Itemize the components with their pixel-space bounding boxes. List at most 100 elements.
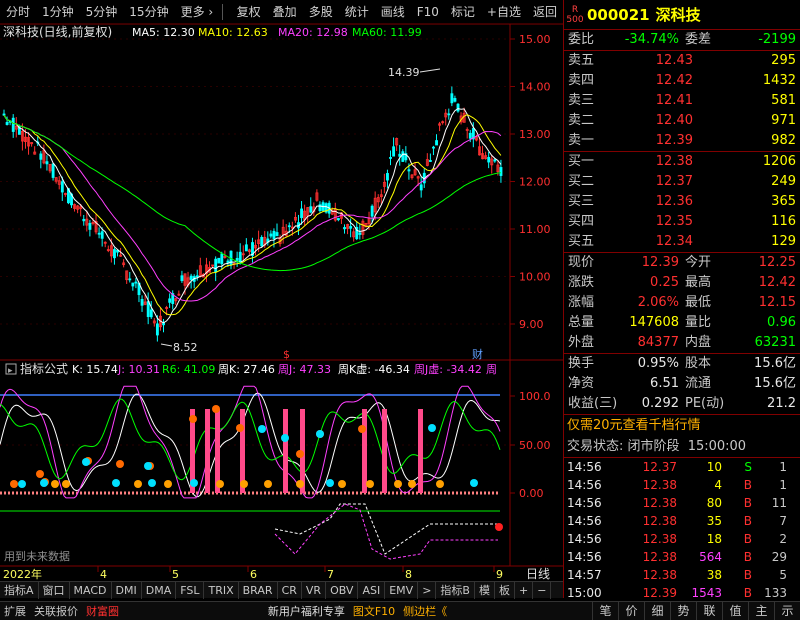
indicator-tab-17[interactable]: + — [515, 581, 534, 599]
indicator-tab-18[interactable]: − — [533, 581, 552, 599]
indicator-tab-14[interactable]: 指标B — [436, 581, 475, 599]
toolbar-period-1[interactable]: 1分钟 — [36, 1, 80, 23]
indicator-orange-dot — [216, 480, 224, 488]
ask-row-0[interactable]: 卖五 12.43 295 — [564, 51, 800, 71]
dividend-marker[interactable]: $ — [283, 348, 290, 361]
status-icon-3[interactable]: 势 — [669, 601, 696, 620]
toolbar-period-2[interactable]: 5分钟 — [80, 1, 124, 23]
kline-chart-area[interactable]: 深科技(日线,前复权) MA5: 12.30 MA10: 12.63 MA20: 1… — [0, 23, 563, 581]
indicator-tab-10[interactable]: OBV — [326, 581, 359, 599]
chart-title: 深科技(日线,前复权) — [3, 24, 112, 39]
indicator-tab-7[interactable]: BRAR — [239, 581, 278, 599]
month-label-5: 5 — [172, 568, 179, 581]
fund-stat-cell-right: PE(动) 21.2 — [685, 394, 796, 414]
toolbar-action-1[interactable]: 叠加 — [267, 1, 303, 23]
indicator-tab-8[interactable]: CR — [278, 581, 302, 599]
tick-row: 15:00 12.39 1543 B 133 — [564, 584, 800, 602]
status-icon-2[interactable]: 细 — [643, 601, 670, 620]
toolbar-action-4[interactable]: 画线 — [375, 1, 411, 23]
candle-body — [336, 218, 340, 221]
ask-row-4[interactable]: 卖一 12.39 982 — [564, 131, 800, 151]
indicator-tab-2[interactable]: MACD — [70, 581, 112, 599]
bid-row-2[interactable]: 买三 12.36 365 — [564, 192, 800, 212]
status-left-1[interactable]: 关联报价 — [30, 602, 82, 620]
status-middle-0[interactable]: 新用户福利专享 — [264, 602, 349, 620]
indicator-tab-3[interactable]: DMI — [112, 581, 142, 599]
ma-label-2: MA20: 12.98 — [278, 26, 348, 39]
level2-promo-link[interactable]: 仅需20元查看千档行情 — [564, 415, 800, 437]
bid-row-1[interactable]: 买二 12.37 249 — [564, 172, 800, 192]
toolbar-action-5[interactable]: F10 — [411, 1, 445, 23]
status-icon-1[interactable]: 价 — [617, 601, 644, 620]
status-middle-2[interactable]: 侧边栏《 — [399, 602, 451, 620]
toolbar-period-0[interactable]: 分时 — [0, 1, 36, 23]
status-icon-6[interactable]: 主 — [747, 601, 774, 620]
indicator-tab-16[interactable]: 板 — [495, 581, 515, 599]
bid-label: 买二 — [568, 174, 595, 189]
toolbar-period-3[interactable]: 15分钟 — [123, 1, 174, 23]
candle-body — [287, 225, 291, 228]
candle-body — [235, 257, 239, 261]
status-left-2[interactable]: 财富圈 — [82, 602, 123, 620]
status-icon-5[interactable]: 值 — [721, 601, 748, 620]
status-icon-7[interactable]: 示 — [773, 601, 800, 620]
indicator-tab-12[interactable]: EMV — [385, 581, 419, 599]
month-label-4: 4 — [100, 568, 107, 581]
toolbar-period-4[interactable]: 更多 › — [175, 1, 220, 23]
indicator-tab-15[interactable]: 模 — [475, 581, 495, 599]
indicator-tab-11[interactable]: ASI — [358, 581, 386, 599]
ask-row-1[interactable]: 卖四 12.42 1432 — [564, 71, 800, 91]
status-middle-1[interactable]: 图文F10 — [349, 602, 399, 620]
financial-report-marker[interactable]: 财 — [472, 347, 483, 361]
status-bar: 扩展 关联报价 财富圈 新用户福利专享 图文F10 侧边栏《 笔价细势联值主示 — [0, 601, 800, 620]
toolbar-action-0[interactable]: 复权 — [231, 1, 267, 23]
status-left-0[interactable]: 扩展 — [0, 602, 30, 620]
ask-row-2[interactable]: 卖三 12.41 581 — [564, 91, 800, 111]
candle-body — [146, 301, 150, 317]
bid-row-3[interactable]: 买四 12.35 116 — [564, 212, 800, 232]
low-price-marker: 8.52 — [173, 341, 198, 354]
tick-list[interactable]: 14:56 12.37 10 S 1 14:56 12.38 4 B 1 14:56 12.38 80 B… — [564, 458, 800, 602]
month-label-6: 6 — [250, 568, 257, 581]
indicator-tab-1[interactable]: 窗口 — [39, 581, 70, 599]
bid-row-4[interactable]: 买五 12.34 129 — [564, 232, 800, 252]
period-label[interactable]: 日线 — [526, 567, 550, 581]
bid-price: 12.38 — [655, 154, 693, 169]
price-stat-value: 2.06% — [637, 295, 679, 310]
indicator-tab-13[interactable]: > — [418, 581, 437, 599]
indicator-orange-dot — [296, 480, 304, 488]
kline-chart-svg[interactable]: 深科技(日线,前复权) MA5: 12.30 MA10: 12.63 MA20: 1… — [0, 23, 563, 581]
toolbar-action-8[interactable]: 返回 — [527, 1, 563, 23]
bid-price: 12.34 — [655, 234, 693, 249]
indicator-tab-6[interactable]: TRIX — [204, 581, 239, 599]
indicator-tab-5[interactable]: FSL — [176, 581, 205, 599]
indicator-collapse-glyph: ▸ — [8, 366, 13, 376]
indicator-label-4: 周J: 47.33 — [278, 363, 331, 376]
ask-row-3[interactable]: 卖二 12.40 971 — [564, 111, 800, 131]
status-icon-4[interactable]: 联 — [695, 601, 722, 620]
indicator-tab-9[interactable]: VR — [302, 581, 327, 599]
candle-body — [11, 117, 15, 132]
candle-body — [349, 226, 353, 229]
bid-row-0[interactable]: 买一 12.38 1206 — [564, 152, 800, 172]
indicator-signal-bar — [362, 409, 367, 493]
status-icon-0[interactable]: 笔 — [591, 601, 618, 620]
stock-name: 深科技 — [655, 6, 701, 24]
candle-body — [392, 146, 396, 157]
price-stat-cell-right: 量比 0.96 — [685, 313, 796, 333]
candle-body — [180, 275, 184, 282]
indicator-tabs: 指标A 窗口 MACD DMI DMA FSL TRIX BRAR CR VR OBV ASI EMV >… — [0, 581, 563, 599]
toolbar-action-3[interactable]: 统计 — [339, 1, 375, 23]
indicator-tab-0[interactable]: 指标A — [0, 581, 39, 599]
candle-body — [226, 260, 230, 263]
toolbar-action-6[interactable]: 标记 — [445, 1, 481, 23]
candle-body — [51, 163, 55, 178]
candle-body — [398, 153, 402, 157]
toolbar-action-2[interactable]: 多股 — [303, 1, 339, 23]
tick-count: 29 — [771, 550, 787, 564]
stock-code: 000021 — [587, 5, 650, 24]
indicator-tab-4[interactable]: DMA — [142, 581, 177, 599]
toolbar-action-7[interactable]: +自选 — [481, 1, 527, 23]
tick-volume: 35 — [706, 514, 722, 528]
fundamental-stats: 换手 0.95% 股本 15.6亿 净资 6.51 流通 15.6亿 收益(三) 0.292 PE(… — [564, 354, 800, 414]
